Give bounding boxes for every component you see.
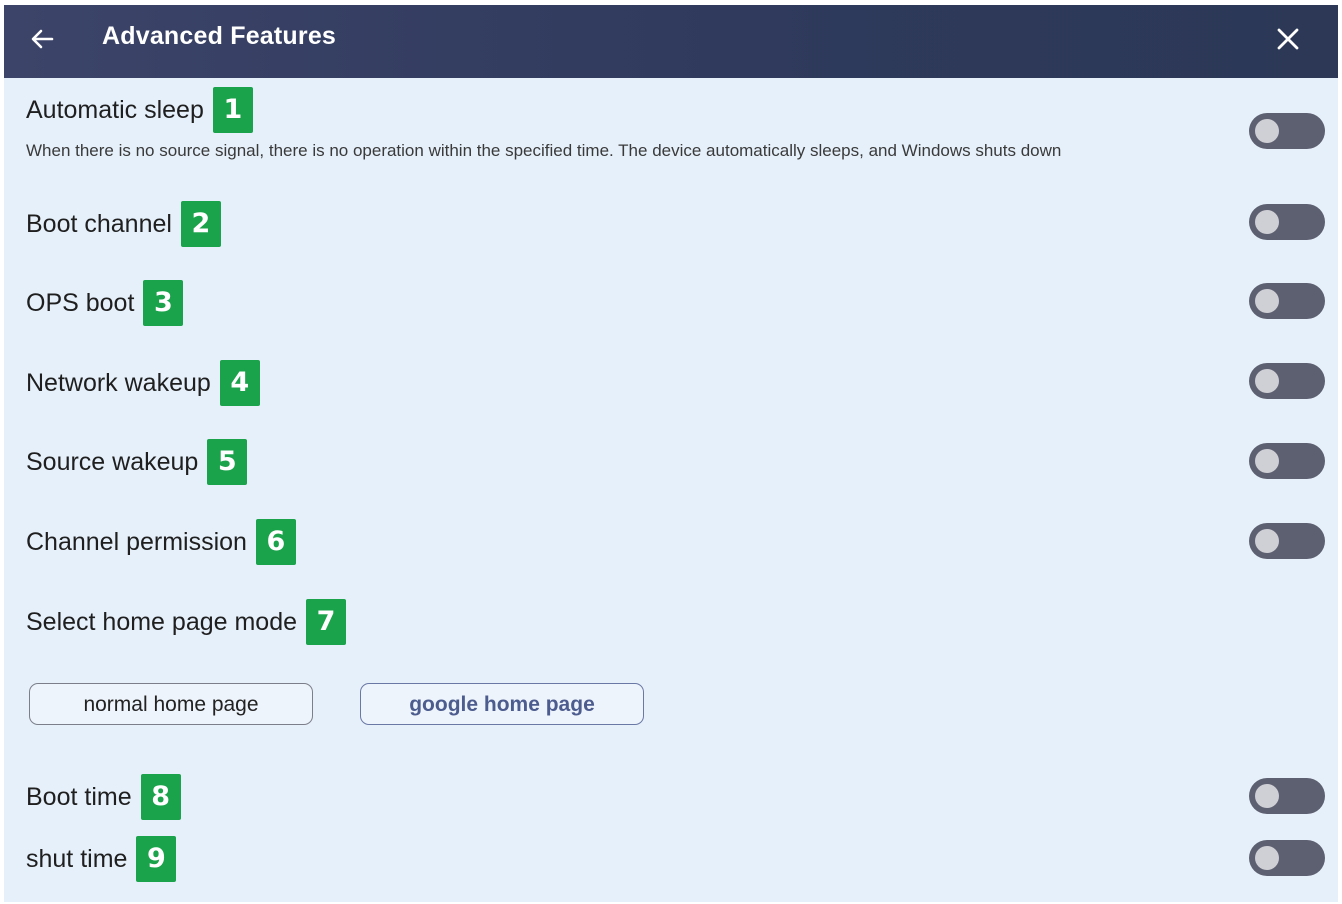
step-badge: 3: [143, 280, 184, 326]
toggle-knob: [1255, 119, 1279, 143]
boot-channel-toggle[interactable]: [1249, 204, 1325, 240]
setting-boot-channel: Boot channel 2: [26, 201, 221, 247]
setting-automatic-sleep: Automatic sleep 1: [26, 87, 253, 133]
close-button[interactable]: [1272, 23, 1304, 55]
step-badge: 5: [207, 439, 248, 485]
setting-label: OPS boot: [26, 288, 135, 317]
setting-boot-time: Boot time 8: [26, 774, 181, 820]
toggle-knob: [1255, 289, 1279, 313]
close-icon: [1277, 28, 1299, 50]
advanced-features-window: Advanced Features Automatic sleep 1 When…: [4, 5, 1338, 902]
toggle-knob: [1255, 369, 1279, 393]
google-home-page-button[interactable]: google home page: [360, 683, 644, 725]
step-badge: 4: [219, 360, 260, 406]
back-button[interactable]: [26, 23, 58, 55]
step-badge: 7: [306, 599, 347, 645]
step-badge: 2: [180, 201, 221, 247]
step-badge: 6: [255, 519, 296, 565]
step-badge: 9: [136, 836, 177, 882]
setting-channel-permission: Channel permission 6: [26, 519, 296, 565]
setting-label: Source wakeup: [26, 447, 199, 476]
toggle-knob: [1255, 529, 1279, 553]
boot-time-toggle[interactable]: [1249, 778, 1325, 814]
toggle-knob: [1255, 449, 1279, 473]
ops-boot-toggle[interactable]: [1249, 283, 1325, 319]
automatic-sleep-toggle[interactable]: [1249, 113, 1325, 149]
shut-time-toggle[interactable]: [1249, 840, 1325, 876]
step-badge: 8: [140, 774, 181, 820]
setting-label: Network wakeup: [26, 368, 211, 397]
setting-description: When there is no source signal, there is…: [26, 141, 1062, 160]
toggle-knob: [1255, 846, 1279, 870]
step-badge: 1: [212, 87, 253, 133]
setting-source-wakeup: Source wakeup 5: [26, 439, 248, 485]
channel-permission-toggle[interactable]: [1249, 523, 1325, 559]
arrow-left-icon: [31, 29, 54, 49]
network-wakeup-toggle[interactable]: [1249, 363, 1325, 399]
toggle-knob: [1255, 210, 1279, 234]
setting-label: Channel permission: [26, 527, 247, 556]
page-title: Advanced Features: [102, 22, 337, 50]
setting-shut-time: shut time 9: [26, 836, 177, 882]
setting-label: shut time: [26, 844, 128, 873]
toggle-knob: [1255, 784, 1279, 808]
setting-ops-boot: OPS boot 3: [26, 280, 184, 326]
normal-home-page-button[interactable]: normal home page: [29, 683, 313, 725]
setting-network-wakeup: Network wakeup 4: [26, 360, 260, 406]
source-wakeup-toggle[interactable]: [1249, 443, 1325, 479]
setting-label: Boot time: [26, 782, 132, 811]
setting-label: Boot channel: [26, 209, 172, 238]
title-bar: Advanced Features: [4, 5, 1338, 78]
setting-label: Automatic sleep: [26, 95, 204, 124]
setting-home-page-mode: Select home page mode 7: [26, 599, 347, 645]
setting-label: Select home page mode: [26, 607, 298, 636]
